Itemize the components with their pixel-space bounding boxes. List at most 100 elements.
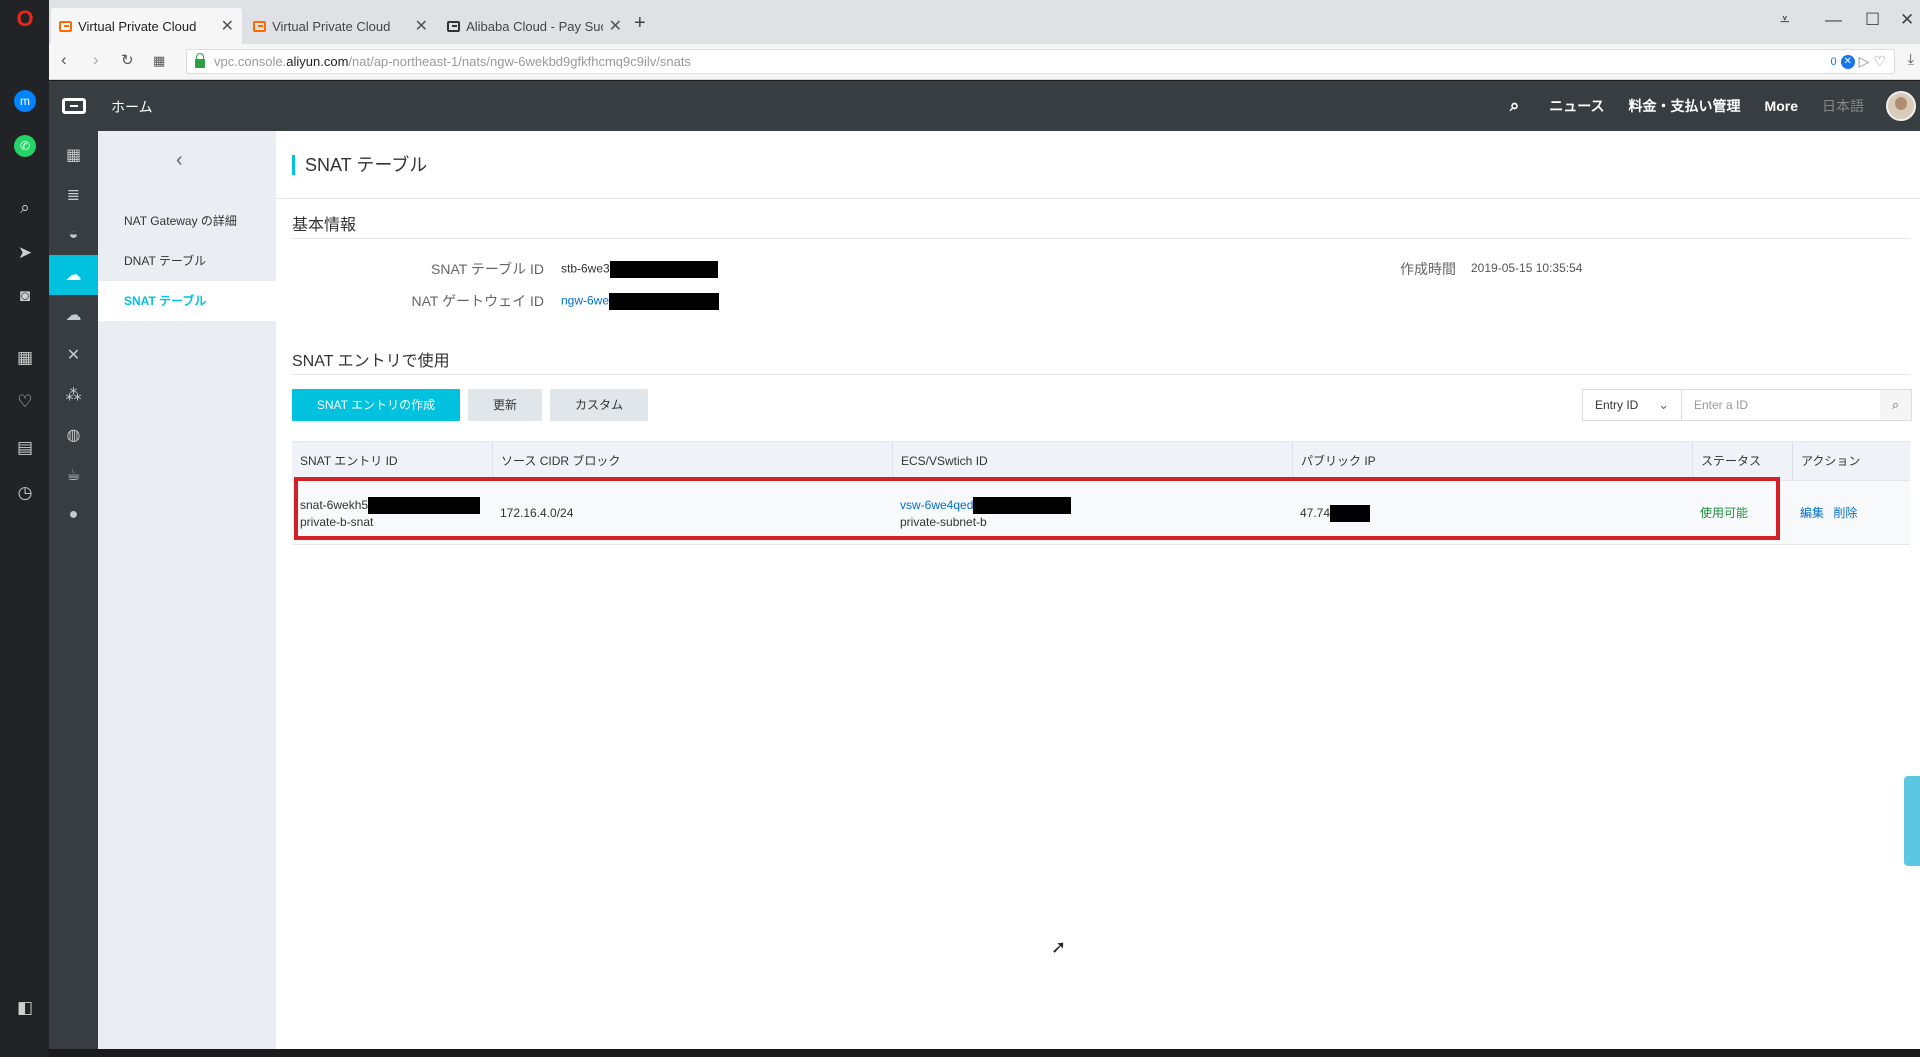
filter-selected-value: Entry ID	[1595, 398, 1639, 412]
redaction	[1330, 505, 1371, 523]
whatsapp-icon[interactable]: ✆	[14, 135, 36, 157]
console-top-bar: ホーム ⌕ ニュース 料金・支払い管理 More 日本語	[49, 81, 1920, 131]
sidebar-toggle-icon[interactable]: ◧	[14, 996, 36, 1018]
heart-icon[interactable]: ♡	[14, 390, 36, 412]
sidebar-item-nat-details[interactable]: NAT Gateway の詳細	[98, 201, 276, 241]
browser-tab[interactable]: Alibaba Cloud - Pay Succe ✕	[439, 8, 630, 44]
back-arrow-icon[interactable]: ‹	[176, 149, 183, 172]
nat-gateway-id-value: ngw-6we	[561, 293, 720, 310]
close-icon[interactable]: ✕	[221, 16, 234, 36]
forward-icon[interactable]: ›	[93, 50, 99, 70]
ecs-icon[interactable]: ≣	[49, 175, 98, 215]
minimize-icon[interactable]: —	[1825, 10, 1842, 30]
tools-icon[interactable]: ✕	[49, 335, 98, 375]
vpc-icon[interactable]: ☁	[49, 255, 98, 295]
sidebar-item-dnat-table[interactable]: DNAT テーブル	[98, 241, 276, 281]
camera-icon[interactable]: ◙	[14, 284, 36, 306]
action-cell: 編集 削除	[1800, 505, 1857, 521]
cidr-cell: 172.16.4.0/24	[500, 506, 574, 520]
redaction	[609, 293, 720, 310]
billing-link[interactable]: 料金・支払い管理	[1629, 96, 1741, 116]
url-prefix: vpc.console.	[214, 54, 287, 69]
news-icon[interactable]: ▤	[14, 436, 36, 458]
column-header-entry-id[interactable]: SNAT エントリ ID	[292, 442, 492, 480]
vswitch-cell: vsw-6we4qed private-subnet-b	[900, 497, 1072, 530]
delete-link[interactable]: 削除	[1833, 506, 1857, 520]
close-icon[interactable]: ✕	[609, 16, 622, 36]
nat-sub-navigation: ‹ NAT Gateway の詳細 DNAT テーブル SNAT テーブル	[98, 131, 276, 1049]
apps-icon[interactable]: ▦	[14, 346, 36, 368]
close-icon[interactable]: ✕	[415, 16, 428, 36]
create-snat-entry-button[interactable]: SNAT エントリの作成	[292, 389, 460, 421]
vswitch-link[interactable]: vsw-6we4qed	[900, 498, 973, 512]
vswitch-name: private-subnet-b	[900, 515, 987, 530]
home-link[interactable]: ホーム	[111, 97, 153, 117]
new-tab-icon[interactable]: +	[634, 12, 646, 35]
column-header-status[interactable]: ステータス	[1692, 442, 1792, 480]
bookmark-heart-icon[interactable]: ♡	[1873, 53, 1886, 70]
cup-icon[interactable]: ☕	[49, 455, 98, 495]
opera-logo-icon[interactable]: O	[14, 8, 36, 30]
reload-icon[interactable]: ↻	[121, 51, 134, 69]
entries-section-title: SNAT エントリで使用	[292, 353, 450, 370]
edit-link[interactable]: 編集	[1800, 506, 1824, 520]
language-link[interactable]: 日本語	[1822, 96, 1864, 116]
database-icon[interactable]: ◒	[49, 215, 98, 255]
search-icon[interactable]: ⌕	[14, 196, 36, 218]
logo-icon	[61, 98, 86, 114]
grid-icon[interactable]: ▦	[49, 135, 98, 175]
table-row: snat-6wekh5 private-b-snat 172.16.4.0/24…	[292, 481, 1910, 545]
nat-gateway-id-label: NAT ゲートウェイ ID	[411, 293, 545, 309]
console-product-rail: ▦ ≣ ◒ ☁ ☁ ✕ ⁂ ◍ ☕ ●	[49, 131, 98, 1057]
url-path: /nat/ap-northeast-1/nats/ngw-6wekbd9gfkf…	[348, 54, 691, 69]
alibaba-favicon-icon	[59, 20, 73, 32]
divider	[276, 198, 1920, 199]
page-title: SNAT テーブル	[292, 155, 427, 175]
send-icon[interactable]: ➤	[14, 241, 36, 263]
tab-title: Virtual Private Cloud	[78, 18, 197, 34]
tab-menu-icon[interactable]: ⩡	[1780, 10, 1790, 30]
search-button[interactable]: ⌕	[1880, 389, 1912, 421]
feedback-tab[interactable]	[1904, 776, 1920, 866]
address-bar: ‹ › ↻ ▦ vpc.console. aliyun.com/nat/ap-no…	[49, 44, 1920, 80]
download-icon[interactable]: ⤓	[1907, 51, 1914, 68]
adblock-icon[interactable]: ✕	[1840, 54, 1855, 69]
cluster-icon[interactable]: ⁂	[49, 375, 98, 415]
circle-icon[interactable]: ●	[49, 495, 98, 535]
back-icon[interactable]: ‹	[61, 50, 67, 70]
table-header: SNAT エントリ ID ソース CIDR ブロック ECS/VSwtich I…	[292, 441, 1910, 481]
sidebar-item-snat-table[interactable]: SNAT テーブル	[98, 281, 276, 321]
news-link[interactable]: ニュース	[1549, 96, 1604, 116]
globe-icon[interactable]: ◍	[49, 415, 98, 455]
redaction	[368, 497, 481, 515]
messenger-icon[interactable]: m	[14, 90, 36, 112]
custom-button[interactable]: カスタム	[550, 389, 648, 421]
cloud-icon[interactable]: ☁	[49, 295, 98, 335]
entry-name: private-b-snat	[300, 515, 374, 530]
column-header-cidr[interactable]: ソース CIDR ブロック	[492, 442, 892, 480]
entry-id: snat-6wekh5	[300, 498, 369, 512]
maximize-icon[interactable]: ☐	[1865, 10, 1880, 30]
url-field[interactable]: vpc.console. aliyun.com/nat/ap-northeast-…	[186, 49, 1895, 74]
filter-field-select[interactable]: Entry ID ⌄	[1582, 389, 1682, 421]
opera-sidebar: O m ✆ ⌕ ➤ ◙ ▦ ♡ ▤ ◷ ◧	[0, 0, 49, 1057]
browser-tab-strip: Virtual Private Cloud ✕ Virtual Private …	[49, 0, 1920, 50]
refresh-button[interactable]: 更新	[468, 389, 542, 421]
column-header-vswitch[interactable]: ECS/VSwtich ID	[892, 442, 1292, 480]
browser-tab[interactable]: Virtual Private Cloud ✕	[51, 8, 242, 44]
history-icon[interactable]: ◷	[14, 481, 36, 503]
public-ip-cell: 47.74	[1300, 505, 1371, 523]
window-close-icon[interactable]: ✕	[1900, 10, 1914, 30]
search-icon[interactable]: ⌕	[1510, 96, 1520, 116]
browser-tab[interactable]: Virtual Private Cloud ✕	[245, 8, 436, 44]
speed-dial-icon[interactable]: ▦	[153, 53, 165, 69]
column-header-public-ip[interactable]: パブリック IP	[1292, 442, 1692, 480]
more-link[interactable]: More	[1765, 98, 1798, 114]
share-icon[interactable]: ▷	[1859, 53, 1870, 70]
alibaba-cloud-logo[interactable]	[49, 81, 98, 131]
nat-gateway-link[interactable]: ngw-6we	[561, 294, 609, 308]
avatar[interactable]	[1886, 91, 1916, 121]
search-input[interactable]	[1681, 389, 1881, 421]
bottom-strip	[49, 1049, 1920, 1057]
public-ip: 47.74	[1300, 506, 1331, 520]
